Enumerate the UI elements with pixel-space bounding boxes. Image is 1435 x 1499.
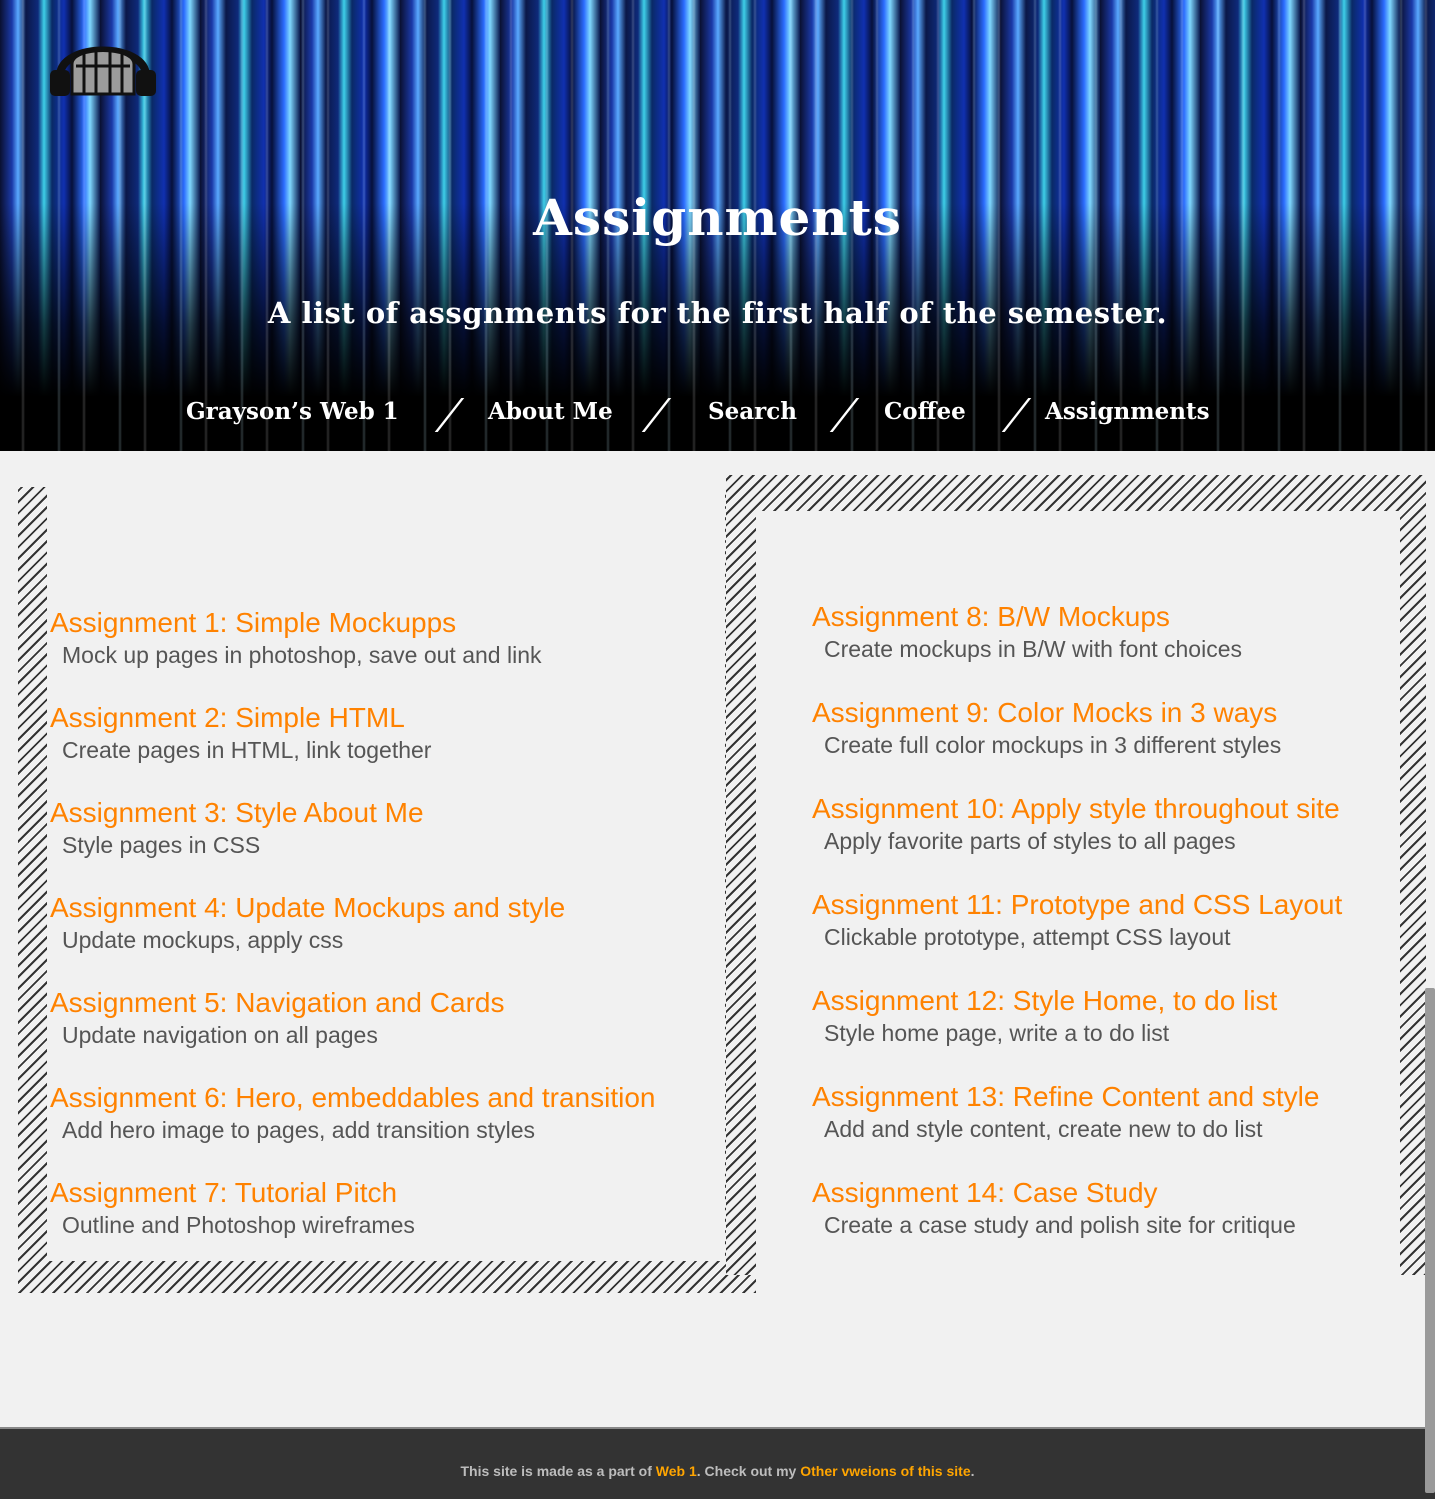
footer-link-web1[interactable]: Web 1 [656,1463,697,1479]
list-item: Assignment 6: Hero, embeddables and tran… [50,1081,655,1145]
assignment-description: Create full color mockups in 3 different… [824,732,1282,758]
list-item: Assignment 8: B/W Mockups Create mockups… [812,600,1242,664]
footer-link-other-versions[interactable]: Other vweions of this site [800,1463,970,1479]
assignment-description: Add hero image to pages, add transition … [62,1117,536,1143]
nav-separator [1001,398,1032,432]
list-item: Assignment 2: Simple HTML Create pages i… [50,701,431,765]
assignment-description: Clickable prototype, attempt CSS layout [824,924,1231,950]
nav-link-coffee[interactable]: Coffee [884,398,966,425]
nav-link-home[interactable]: Grayson’s Web 1 [186,398,399,425]
list-item: Assignment 13: Refine Content and style … [812,1080,1319,1144]
assignment-description: Update navigation on all pages [62,1022,378,1048]
nav-separator [641,398,672,432]
assignment-description: Mock up pages in photoshop, save out and… [62,642,542,668]
assignment-link[interactable]: Assignment 13: Refine Content and style [812,1080,1319,1114]
assignment-description: Add and style content, create new to do … [824,1116,1263,1142]
headphones-dome-icon[interactable] [48,28,158,98]
assignment-link[interactable]: Assignment 8: B/W Mockups [812,600,1242,634]
list-item: Assignment 10: Apply style throughout si… [812,792,1340,856]
list-item: Assignment 7: Tutorial Pitch Outline and… [50,1176,415,1240]
scrollbar[interactable] [1425,988,1435,1493]
assignment-link[interactable]: Assignment 3: Style About Me [50,796,424,830]
list-item: Assignment 12: Style Home, to do list St… [812,984,1277,1048]
assignment-link[interactable]: Assignment 1: Simple Mockupps [50,606,542,640]
assignment-description: Create pages in HTML, link together [62,737,432,763]
nav-link-about-me[interactable]: About Me [488,398,613,425]
assignment-description: Create a case study and polish site for … [824,1212,1296,1238]
nav-link-assignments[interactable]: Assignments [1045,398,1210,425]
list-item: Assignment 14: Case Study Create a case … [812,1176,1296,1240]
assignment-link[interactable]: Assignment 7: Tutorial Pitch [50,1176,415,1210]
assignment-link[interactable]: Assignment 12: Style Home, to do list [812,984,1277,1018]
list-item: Assignment 1: Simple Mockupps Mock up pa… [50,606,542,670]
assignments-card-right [726,475,1426,1275]
assignment-link[interactable]: Assignment 6: Hero, embeddables and tran… [50,1081,655,1115]
footer-text-after: . [970,1463,975,1479]
assignment-link[interactable]: Assignment 4: Update Mockups and style [50,891,565,925]
list-item: Assignment 9: Color Mocks in 3 ways Crea… [812,696,1281,760]
assignment-description: Apply favorite parts of styles to all pa… [824,828,1236,854]
list-item: Assignment 3: Style About Me Style pages… [50,796,424,860]
assignment-link[interactable]: Assignment 5: Navigation and Cards [50,986,504,1020]
assignment-link[interactable]: Assignment 11: Prototype and CSS Layout [812,888,1342,922]
assignment-link[interactable]: Assignment 14: Case Study [812,1176,1296,1210]
assignment-link[interactable]: Assignment 10: Apply style throughout si… [812,792,1340,826]
page-title: Assignments [533,188,902,247]
footer-text-middle: . Check out my [696,1463,801,1479]
assignment-description: Style home page, write a to do list [824,1020,1170,1046]
main-nav: Grayson’s Web 1 About Me Search Coffee A… [0,396,1435,436]
hero-banner: Assignments A list of assgnments for the… [0,0,1435,451]
list-item: Assignment 11: Prototype and CSS Layout … [812,888,1342,952]
assignment-description: Style pages in CSS [62,832,261,858]
footer-text-before: This site is made as a part of [460,1463,656,1479]
nav-separator [829,398,860,432]
nav-link-search[interactable]: Search [708,398,797,425]
assignment-link[interactable]: Assignment 2: Simple HTML [50,701,431,735]
list-item: Assignment 5: Navigation and Cards Updat… [50,986,504,1050]
list-item: Assignment 4: Update Mockups and style U… [50,891,565,955]
assignment-description: Update mockups, apply css [62,927,344,953]
assignment-description: Create mockups in B/W with font choices [824,636,1242,662]
footer-text: This site is made as a part of Web 1. Ch… [0,1463,1435,1479]
site-footer: This site is made as a part of Web 1. Ch… [0,1427,1435,1499]
assignment-description: Outline and Photoshop wireframes [62,1212,415,1238]
page-subtitle: A list of assgnments for the first half … [267,296,1168,330]
assignment-link[interactable]: Assignment 9: Color Mocks in 3 ways [812,696,1281,730]
nav-separator [434,398,465,432]
